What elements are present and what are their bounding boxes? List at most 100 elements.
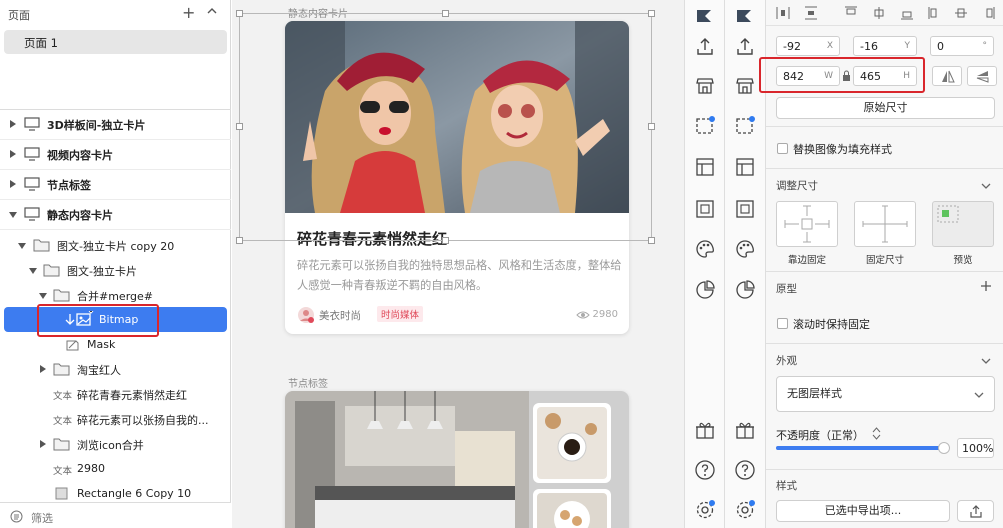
resize-handle[interactable] (236, 123, 243, 130)
kitchen-photo[interactable] (285, 391, 629, 528)
resize-handle[interactable] (648, 123, 655, 130)
layer-artboard-static[interactable]: 静态内容卡片 (0, 202, 231, 226)
disclosure-down-icon[interactable] (39, 293, 47, 299)
original-size-button[interactable]: 原始尺寸 (776, 97, 995, 119)
resize-handle[interactable] (236, 237, 243, 244)
layer-group-merge[interactable]: 合并#merge# (0, 283, 231, 307)
image-frame-icon[interactable] (693, 197, 717, 221)
layer-style-select[interactable]: 无图层样式 (776, 376, 995, 412)
chevron-down-icon[interactable] (981, 356, 991, 366)
layer-group-views[interactable]: 浏览icon合并 (0, 432, 231, 456)
settings-icon[interactable] (693, 498, 717, 522)
gift-icon[interactable] (733, 418, 757, 442)
resize-pin-to-edge[interactable] (776, 201, 838, 247)
image-frame-icon[interactable] (733, 197, 757, 221)
component-icon[interactable] (693, 114, 717, 138)
disclosure-right-icon[interactable] (10, 120, 16, 128)
fix-on-scroll-checkbox[interactable] (777, 318, 788, 329)
chevron-up-icon[interactable] (206, 5, 218, 17)
flip-horizontal-button[interactable] (932, 66, 962, 86)
resize-handle[interactable] (648, 237, 655, 244)
layer-label: 2980 (77, 462, 105, 475)
stepper-icon[interactable] (872, 427, 881, 440)
layer-mask[interactable]: Mask (0, 333, 231, 357)
settings-icon[interactable] (733, 498, 757, 522)
opacity-slider[interactable] (776, 442, 950, 454)
card-photo[interactable] (285, 21, 629, 213)
distribute-vertical-icon[interactable] (804, 6, 818, 20)
add-page-button[interactable]: + (182, 3, 195, 22)
help-icon[interactable] (693, 458, 717, 482)
resize-handle[interactable] (442, 10, 449, 17)
design-canvas[interactable]: 静态内容卡片 碎花青春元素悄然走红 碎花元素可以张扬自我的独特思想品格、风格和生… (232, 0, 684, 528)
lock-icon[interactable] (842, 70, 851, 82)
disclosure-right-icon[interactable] (10, 180, 16, 188)
disclosure-right-icon[interactable] (10, 150, 16, 158)
filter-icon[interactable] (10, 510, 23, 523)
flip-vertical-button[interactable] (967, 66, 997, 86)
resize-handle[interactable] (442, 237, 449, 244)
rotation-field[interactable]: 0 ° (930, 36, 994, 56)
opacity-field[interactable]: 100% (957, 438, 994, 458)
gift-icon[interactable] (693, 418, 717, 442)
disclosure-down-icon[interactable] (29, 268, 37, 274)
component-icon[interactable] (733, 114, 757, 138)
replace-fill-checkbox[interactable] (777, 143, 788, 154)
layer-text-desc[interactable]: 文本 碎花元素可以张扬自我的... (0, 407, 231, 431)
filter-bar[interactable]: 筛选 (0, 502, 231, 528)
align-left-icon[interactable] (928, 6, 942, 20)
node-tag-card[interactable] (285, 391, 629, 528)
layout-icon[interactable] (733, 155, 757, 179)
disclosure-right-icon[interactable] (40, 440, 46, 448)
height-field[interactable]: 465 H (853, 66, 917, 86)
card-description[interactable]: 碎花元素可以张扬自我的独特思想品格、风格和生活态度，整体给人感觉一种青春叛逆不羁… (297, 256, 623, 296)
layout-icon[interactable] (693, 155, 717, 179)
align-center-icon[interactable] (954, 6, 968, 20)
chevron-down-icon[interactable] (981, 181, 991, 191)
y-position-field[interactable]: -16 Y (853, 36, 917, 56)
upload-icon[interactable] (693, 35, 717, 59)
palette-icon[interactable] (693, 237, 717, 261)
layer-text-title[interactable]: 文本 碎花青春元素悄然走红 (0, 382, 231, 406)
layer-artboard-3d[interactable]: 3D样板间-独立卡片 (0, 112, 231, 136)
resize-fixed-size[interactable] (854, 201, 916, 247)
layer-artboard-video[interactable]: 视频内容卡片 (0, 142, 231, 166)
align-right-icon[interactable] (981, 6, 995, 20)
share-button[interactable] (957, 500, 994, 522)
width-field[interactable]: 842 W (776, 66, 840, 86)
help-icon[interactable] (733, 458, 757, 482)
export-selected-button[interactable]: 已选中导出项... (776, 500, 950, 522)
disclosure-right-icon[interactable] (40, 365, 46, 373)
layer-bitmap-selected[interactable]: Bitmap (4, 307, 227, 332)
store-icon[interactable] (733, 74, 757, 98)
page-item-1[interactable]: 页面 1 (4, 30, 227, 54)
layer-label: 图文-独立卡片 copy 20 (57, 240, 175, 253)
upload-icon[interactable] (733, 35, 757, 59)
layer-group-taobao[interactable]: 淘宝红人 (0, 357, 231, 381)
disclosure-down-icon[interactable] (18, 243, 26, 249)
layer-text-2980[interactable]: 文本 2980 (0, 457, 231, 481)
opacity-slider-knob[interactable] (938, 442, 950, 454)
store-icon[interactable] (693, 74, 717, 98)
layer-artboard-node[interactable]: 节点标签 (0, 172, 231, 196)
pie-chart-icon[interactable] (733, 278, 757, 302)
card-title[interactable]: 碎花青春元素悄然走红 (297, 228, 447, 249)
palette-icon[interactable] (733, 237, 757, 261)
plugin-logo-icon[interactable] (733, 4, 757, 28)
plugin-logo-icon[interactable] (693, 4, 717, 28)
layer-group-copy20[interactable]: 图文-独立卡片 copy 20 (0, 233, 231, 257)
pie-chart-icon[interactable] (693, 278, 717, 302)
resize-handle[interactable] (648, 10, 655, 17)
disclosure-down-icon[interactable] (9, 212, 17, 218)
artboard-label[interactable]: 节点标签 (288, 375, 328, 390)
x-position-field[interactable]: -92 X (776, 36, 840, 56)
artboard-label[interactable]: 静态内容卡片 (288, 5, 348, 20)
distribute-horizontal-icon[interactable] (776, 6, 790, 20)
align-middle-icon[interactable] (872, 6, 886, 20)
resize-handle[interactable] (236, 10, 243, 17)
add-prototype-icon[interactable] (980, 280, 992, 292)
content-card[interactable]: 碎花青春元素悄然走红 碎花元素可以张扬自我的独特思想品格、风格和生活态度，整体给… (285, 21, 629, 334)
align-top-icon[interactable] (844, 6, 858, 20)
layer-group-card[interactable]: 图文-独立卡片 (0, 258, 231, 282)
align-bottom-icon[interactable] (900, 6, 914, 20)
